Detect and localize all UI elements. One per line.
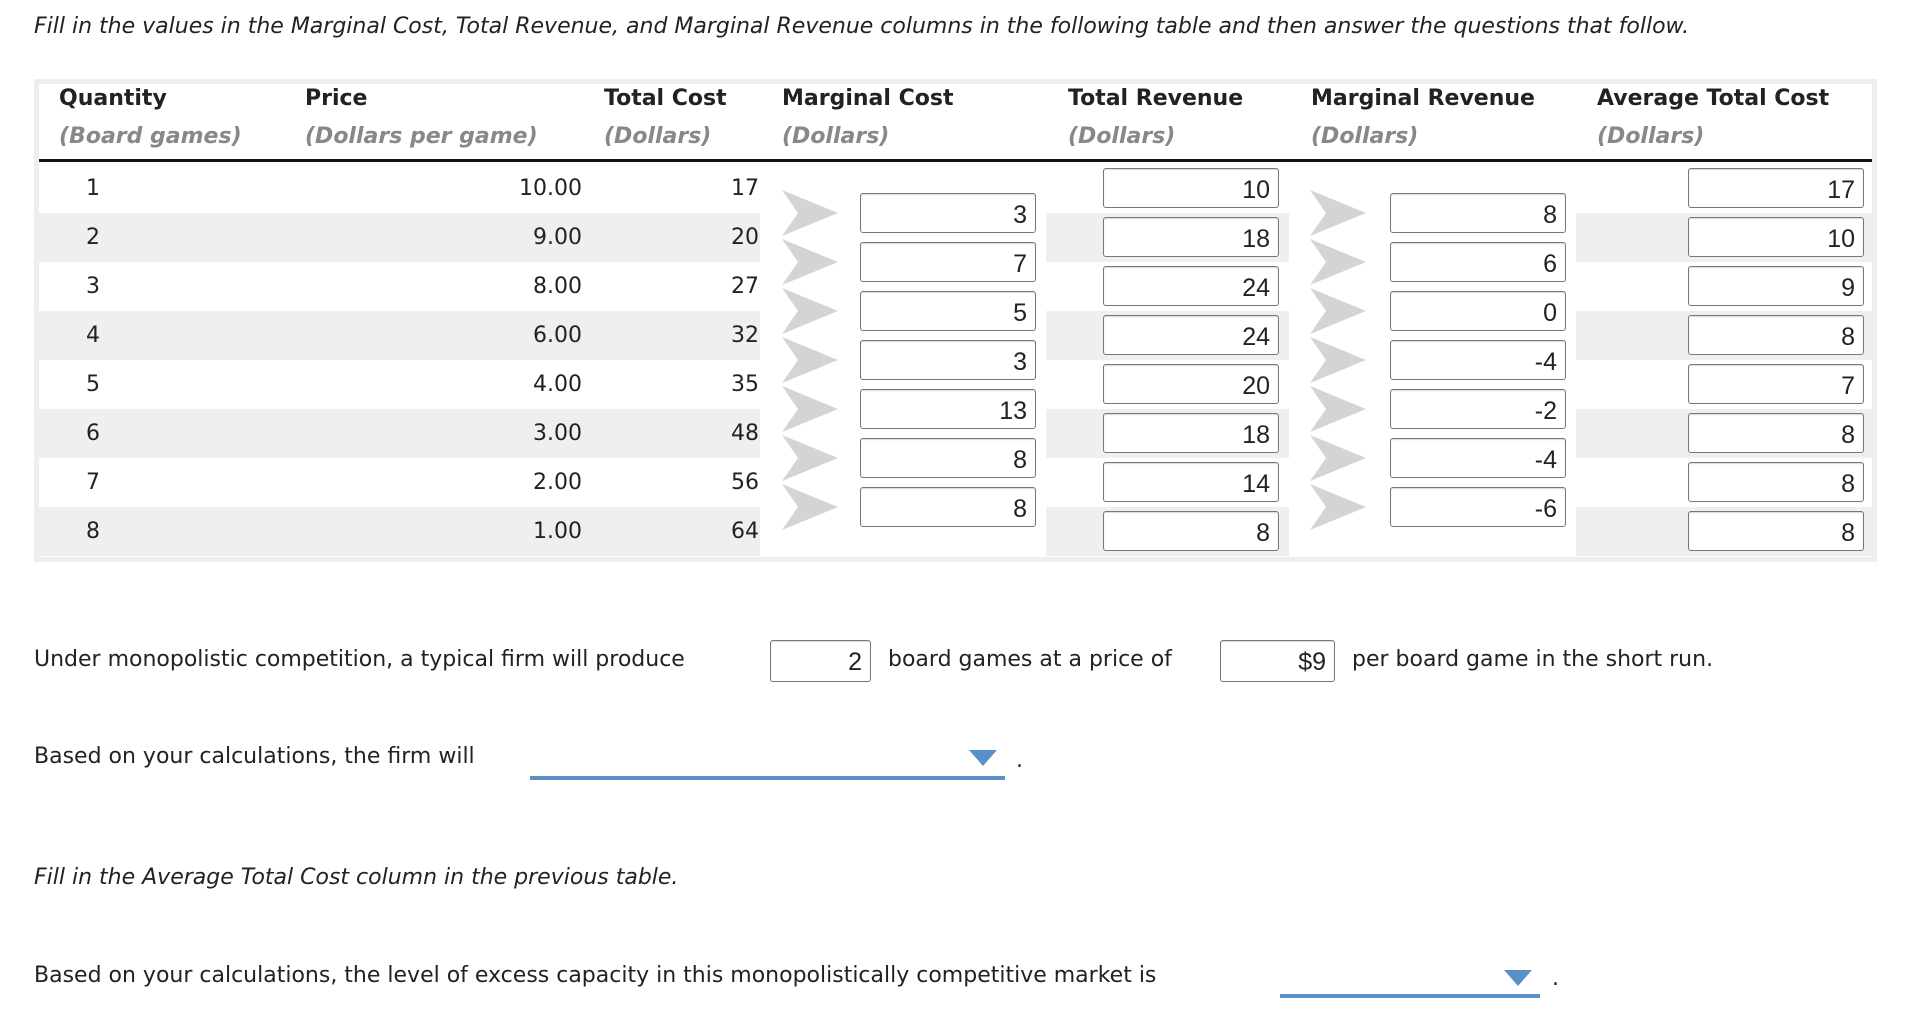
q2-period: . <box>1016 748 1023 773</box>
header-marginal-cost-unit: (Dollars) <box>782 124 890 149</box>
excess-capacity-dropdown[interactable] <box>1280 958 1540 998</box>
quantity-cell: 7 <box>86 470 100 495</box>
chevron-right-icon <box>782 386 838 432</box>
total-revenue-input[interactable]: 24 <box>1103 266 1279 306</box>
average-total-cost-input[interactable]: 8 <box>1688 462 1864 502</box>
average-total-cost-input[interactable]: 9 <box>1688 266 1864 306</box>
price-cell: 6.00 <box>533 323 582 348</box>
quantity-cell: 8 <box>86 519 100 544</box>
marginal-cost-input[interactable]: 5 <box>860 291 1036 331</box>
marginal-revenue-input[interactable]: 8 <box>1390 193 1566 233</box>
chevron-right-icon <box>782 484 838 530</box>
quantity-cell: 5 <box>86 372 100 397</box>
header-average-total-cost-unit: (Dollars) <box>1597 124 1705 149</box>
average-total-cost-input[interactable]: 10 <box>1688 217 1864 257</box>
total-cost-cell: 32 <box>731 323 759 348</box>
instruction-text: Fill in the values in the Marginal Cost,… <box>34 14 1690 39</box>
chevron-down-icon[interactable] <box>1504 970 1532 986</box>
table-bottom <box>39 557 1872 562</box>
q4-period: . <box>1552 966 1559 991</box>
quantity-cell: 6 <box>86 421 100 446</box>
q2-text-before: Based on your calculations, the firm wil… <box>34 744 475 769</box>
price-cell: 8.00 <box>533 274 582 299</box>
chevron-right-icon <box>782 435 838 481</box>
quantity-cell: 3 <box>86 274 100 299</box>
chevron-right-icon <box>782 288 838 334</box>
total-cost-cell: 64 <box>731 519 759 544</box>
price-cell: 1.00 <box>533 519 582 544</box>
total-revenue-input[interactable]: 8 <box>1103 511 1279 551</box>
chevron-right-icon <box>1310 435 1366 481</box>
total-cost-cell: 35 <box>731 372 759 397</box>
average-total-cost-input[interactable]: 8 <box>1688 413 1864 453</box>
marginal-cost-input[interactable]: 7 <box>860 242 1036 282</box>
marginal-cost-input[interactable]: 3 <box>860 193 1036 233</box>
chevron-right-icon <box>1310 190 1366 236</box>
header-marginal-cost: Marginal Cost <box>782 86 954 111</box>
marginal-cost-input[interactable]: 13 <box>860 389 1036 429</box>
chevron-right-icon <box>1310 337 1366 383</box>
marginal-cost-input[interactable]: 8 <box>860 438 1036 478</box>
quantity-cell: 1 <box>86 176 100 201</box>
header-total-cost-unit: (Dollars) <box>604 124 712 149</box>
header-total-revenue: Total Revenue <box>1068 86 1244 111</box>
header-total-cost: Total Cost <box>604 86 727 111</box>
chevron-right-icon <box>782 190 838 236</box>
header-divider <box>39 159 1872 162</box>
chevron-right-icon <box>1310 386 1366 432</box>
marginal-revenue-input[interactable]: -2 <box>1390 389 1566 429</box>
header-price-unit: (Dollars per game) <box>305 124 538 149</box>
quantity-answer-input[interactable]: 2 <box>770 640 871 682</box>
marginal-cost-input[interactable]: 3 <box>860 340 1036 380</box>
total-revenue-input[interactable]: 18 <box>1103 217 1279 257</box>
q1-text-before: Under monopolistic competition, a typica… <box>34 647 685 672</box>
quantity-cell: 2 <box>86 225 100 250</box>
q3-text: Fill in the Average Total Cost column in… <box>34 865 679 890</box>
header-price: Price <box>305 86 368 111</box>
marginal-revenue-input[interactable]: -6 <box>1390 487 1566 527</box>
header-total-revenue-unit: (Dollars) <box>1068 124 1176 149</box>
average-total-cost-input[interactable]: 7 <box>1688 364 1864 404</box>
marginal-revenue-input[interactable]: 0 <box>1390 291 1566 331</box>
marginal-revenue-input[interactable]: 6 <box>1390 242 1566 282</box>
price-cell: 2.00 <box>533 470 582 495</box>
marginal-cost-input[interactable]: 8 <box>860 487 1036 527</box>
total-cost-cell: 17 <box>731 176 759 201</box>
header-quantity: Quantity <box>59 86 167 111</box>
total-cost-cell: 27 <box>731 274 759 299</box>
total-revenue-input[interactable]: 24 <box>1103 315 1279 355</box>
q1-text-middle: board games at a price of <box>888 647 1172 672</box>
total-revenue-input[interactable]: 18 <box>1103 413 1279 453</box>
price-cell: 10.00 <box>519 176 582 201</box>
average-total-cost-input[interactable]: 8 <box>1688 511 1864 551</box>
total-cost-cell: 48 <box>731 421 759 446</box>
average-total-cost-input[interactable]: 8 <box>1688 315 1864 355</box>
header-marginal-revenue: Marginal Revenue <box>1311 86 1535 111</box>
total-revenue-input[interactable]: 14 <box>1103 462 1279 502</box>
average-total-cost-input[interactable]: 17 <box>1688 168 1864 208</box>
chevron-down-icon[interactable] <box>969 750 997 766</box>
marginal-revenue-input[interactable]: -4 <box>1390 438 1566 478</box>
header-quantity-unit: (Board games) <box>59 124 242 149</box>
price-cell: 4.00 <box>533 372 582 397</box>
chevron-right-icon <box>782 239 838 285</box>
chevron-right-icon <box>1310 288 1366 334</box>
q4-text-before: Based on your calculations, the level of… <box>34 963 1157 988</box>
chevron-right-icon <box>1310 484 1366 530</box>
quantity-cell: 4 <box>86 323 100 348</box>
total-revenue-input[interactable]: 10 <box>1103 168 1279 208</box>
total-cost-cell: 56 <box>731 470 759 495</box>
total-revenue-input[interactable]: 20 <box>1103 364 1279 404</box>
total-cost-cell: 20 <box>731 225 759 250</box>
q1-text-after: per board game in the short run. <box>1352 647 1714 672</box>
header-average-total-cost: Average Total Cost <box>1597 86 1830 111</box>
chevron-right-icon <box>1310 239 1366 285</box>
chevron-right-icon <box>782 337 838 383</box>
firm-outcome-dropdown[interactable] <box>530 740 1005 780</box>
price-answer-input[interactable]: $9 <box>1220 640 1335 682</box>
marginal-revenue-input[interactable]: -4 <box>1390 340 1566 380</box>
price-cell: 3.00 <box>533 421 582 446</box>
price-cell: 9.00 <box>533 225 582 250</box>
header-marginal-revenue-unit: (Dollars) <box>1311 124 1419 149</box>
